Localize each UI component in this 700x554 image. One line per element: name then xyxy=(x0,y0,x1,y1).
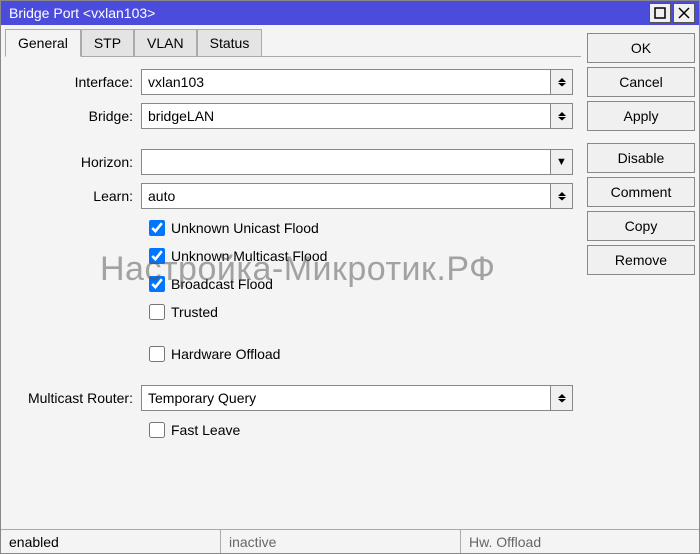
tab-vlan[interactable]: VLAN xyxy=(134,29,197,57)
interface-input[interactable] xyxy=(141,69,551,95)
status-hw-offload: Hw. Offload xyxy=(461,530,699,553)
tab-general[interactable]: General xyxy=(5,29,81,57)
cancel-button[interactable]: Cancel xyxy=(587,67,695,97)
unknown-multicast-label: Unknown Multicast Flood xyxy=(171,248,327,264)
fast-leave-label: Fast Leave xyxy=(171,422,240,438)
tab-status[interactable]: Status xyxy=(197,29,263,57)
unknown-multicast-checkbox[interactable] xyxy=(149,248,165,264)
bridge-port-window: Bridge Port <vxlan103> General STP VLAN … xyxy=(0,0,700,554)
fast-leave-checkbox[interactable] xyxy=(149,422,165,438)
copy-button[interactable]: Copy xyxy=(587,211,695,241)
multicast-router-input[interactable] xyxy=(141,385,551,411)
learn-label: Learn: xyxy=(13,188,141,204)
horizon-input[interactable] xyxy=(141,149,551,175)
titlebar: Bridge Port <vxlan103> xyxy=(1,1,699,25)
status-enabled: enabled xyxy=(1,530,221,553)
unknown-unicast-label: Unknown Unicast Flood xyxy=(171,220,319,236)
action-buttons: OK Cancel Apply Disable Comment Copy Rem… xyxy=(587,29,695,525)
ok-button[interactable]: OK xyxy=(587,33,695,63)
multicast-router-label: Multicast Router: xyxy=(13,390,141,406)
trusted-label: Trusted xyxy=(171,304,218,320)
window-close-button[interactable] xyxy=(673,3,695,23)
hardware-offload-label: Hardware Offload xyxy=(171,346,280,362)
broadcast-flood-label: Broadcast Flood xyxy=(171,276,273,292)
disable-button[interactable]: Disable xyxy=(587,143,695,173)
learn-dropdown-button[interactable] xyxy=(551,183,573,209)
interface-dropdown-button[interactable] xyxy=(551,69,573,95)
unknown-unicast-checkbox[interactable] xyxy=(149,220,165,236)
horizon-dropdown-button[interactable]: ▼ xyxy=(551,149,573,175)
bridge-input[interactable] xyxy=(141,103,551,129)
tab-stp[interactable]: STP xyxy=(81,29,134,57)
status-inactive: inactive xyxy=(221,530,461,553)
apply-button[interactable]: Apply xyxy=(587,101,695,131)
horizon-label: Horizon: xyxy=(13,154,141,170)
hardware-offload-checkbox[interactable] xyxy=(149,346,165,362)
trusted-checkbox[interactable] xyxy=(149,304,165,320)
tabs: General STP VLAN Status xyxy=(5,29,581,57)
statusbar: enabled inactive Hw. Offload xyxy=(1,529,699,553)
bridge-label: Bridge: xyxy=(13,108,141,124)
remove-button[interactable]: Remove xyxy=(587,245,695,275)
comment-button[interactable]: Comment xyxy=(587,177,695,207)
bridge-dropdown-button[interactable] xyxy=(551,103,573,129)
window-maximize-button[interactable] xyxy=(649,3,671,23)
multicast-router-dropdown-button[interactable] xyxy=(551,385,573,411)
learn-input[interactable] xyxy=(141,183,551,209)
broadcast-flood-checkbox[interactable] xyxy=(149,276,165,292)
interface-label: Interface: xyxy=(13,74,141,90)
window-title: Bridge Port <vxlan103> xyxy=(9,5,647,21)
tab-content-general: Interface: Bridge: xyxy=(5,56,581,525)
